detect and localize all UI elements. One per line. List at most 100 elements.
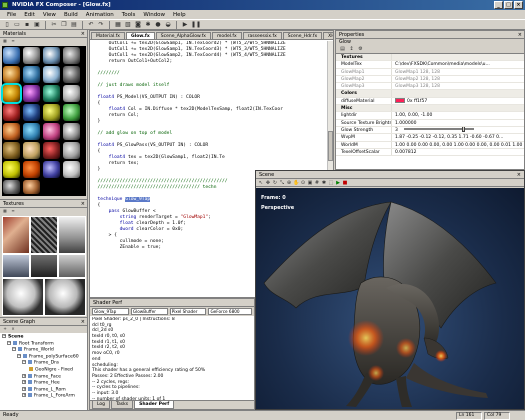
color-swatch[interactable] bbox=[395, 97, 405, 103]
categorized-icon[interactable]: ▤ bbox=[339, 46, 346, 53]
grid-view-icon[interactable]: ▦ bbox=[2, 208, 8, 214]
texture-thumbnail[interactable] bbox=[45, 279, 85, 315]
material-swatch[interactable] bbox=[43, 104, 60, 121]
expand-icon[interactable]: + bbox=[22, 380, 26, 385]
new-file-icon[interactable]: ▯ bbox=[3, 21, 11, 29]
orbit-icon[interactable]: ⊙ bbox=[300, 180, 306, 186]
property-value[interactable]: 3 bbox=[392, 126, 524, 134]
property-value[interactable]: 1.00 0.00 0.00 0.00, 0.00 1.00 0.00 0.00… bbox=[392, 141, 524, 148]
property-row[interactable]: GlowMap1 GlowMap1 128, 128 bbox=[336, 68, 524, 76]
material-swatch[interactable] bbox=[23, 104, 40, 121]
build-icon[interactable]: ▦ bbox=[114, 21, 122, 29]
pan-icon[interactable]: ✋ bbox=[293, 180, 299, 186]
texture-thumbnail[interactable] bbox=[3, 279, 43, 315]
property-value[interactable]: 0.007812 bbox=[392, 148, 524, 156]
close-icon[interactable]: × bbox=[81, 30, 85, 38]
save-all-icon[interactable]: ▣ bbox=[33, 21, 41, 29]
camera-icon[interactable]: ◙ bbox=[134, 21, 142, 29]
material-swatch[interactable] bbox=[63, 85, 80, 102]
tree-node[interactable]: + Frame_Hee bbox=[2, 380, 85, 387]
close-button[interactable]: × bbox=[514, 1, 523, 9]
expand-icon[interactable]: + bbox=[22, 373, 26, 378]
property-value[interactable]: 1.00, 0.00, -1.00 bbox=[392, 112, 524, 119]
play-icon[interactable]: ▶ bbox=[181, 21, 189, 29]
light-icon[interactable]: ✱ bbox=[321, 180, 327, 186]
collapse-icon[interactable]: − bbox=[12, 347, 16, 352]
pass-select[interactable]: GlowBuffer bbox=[130, 308, 168, 315]
zoom-icon[interactable]: ⊕ bbox=[286, 180, 292, 186]
rotate-icon[interactable]: ↻ bbox=[272, 180, 278, 186]
property-row[interactable]: lightdir 1.00, 0.00, -1.00 bbox=[336, 112, 524, 120]
tree-node[interactable]: − Frame_World bbox=[2, 347, 85, 354]
gpu-select[interactable]: GeForce 6800 bbox=[208, 308, 253, 315]
material-swatch[interactable] bbox=[3, 66, 20, 83]
pause-icon[interactable]: ❚❚ bbox=[191, 21, 201, 29]
shader-type-select[interactable]: Pixel Shader bbox=[169, 308, 207, 315]
property-row[interactable]: Source Texture Brightness1.000000 bbox=[336, 119, 524, 127]
open-folder-icon[interactable]: ▭ bbox=[13, 21, 21, 29]
editor-tab[interactable]: model.fx bbox=[211, 32, 242, 39]
material-swatch[interactable] bbox=[43, 123, 60, 140]
texture-thumbnail[interactable] bbox=[59, 217, 85, 253]
log-tab[interactable]: Log bbox=[92, 401, 111, 409]
property-row[interactable]: TexelOffsetScalar 0.007812 bbox=[336, 148, 524, 157]
stop-icon[interactable]: ■ bbox=[342, 180, 348, 186]
save-icon[interactable]: ▪ bbox=[23, 21, 31, 29]
material-swatch[interactable] bbox=[43, 47, 60, 64]
tree-node[interactable]: − Frame_Dra bbox=[2, 360, 85, 367]
property-value[interactable]: GlowMap1 128, 128 bbox=[392, 68, 524, 75]
property-row[interactable]: GlowMap2 GlowMap2 128, 128 bbox=[336, 75, 524, 84]
sphere-icon[interactable]: ● bbox=[154, 21, 162, 29]
menu-build[interactable]: Build bbox=[60, 12, 82, 18]
editor-tab[interactable]: XHTGlobal.fx bbox=[323, 32, 333, 39]
alphabetical-icon[interactable]: ↕ bbox=[348, 46, 355, 53]
tree-node[interactable]: + Frame_L_Rom bbox=[2, 386, 85, 394]
texture-thumbnail[interactable] bbox=[3, 217, 29, 253]
frame-all-icon[interactable]: ▣ bbox=[307, 180, 313, 186]
minimize-button[interactable]: _ bbox=[494, 1, 503, 9]
tree-node[interactable]: − Root Transform bbox=[2, 340, 85, 348]
scrollbar-thumb[interactable] bbox=[328, 131, 333, 161]
editor-tab-active[interactable]: Glow.fx bbox=[125, 32, 155, 39]
light-icon[interactable]: ✱ bbox=[144, 21, 152, 29]
property-value[interactable]: GlowMap3 128, 128 bbox=[392, 83, 524, 90]
material-swatch[interactable] bbox=[63, 66, 80, 83]
property-category[interactable]: Textures bbox=[336, 54, 524, 62]
expand-icon[interactable]: + bbox=[22, 393, 26, 398]
delete-node-icon[interactable]: × bbox=[10, 326, 16, 332]
material-swatch[interactable] bbox=[43, 142, 60, 159]
texture-thumbnail[interactable] bbox=[31, 255, 57, 277]
material-swatch[interactable] bbox=[63, 161, 80, 178]
material-swatch[interactable] bbox=[63, 123, 80, 140]
close-icon[interactable]: × bbox=[517, 171, 521, 179]
grid-view-icon[interactable]: ▦ bbox=[2, 38, 8, 44]
menu-help[interactable]: Help bbox=[169, 12, 190, 18]
material-swatch[interactable] bbox=[23, 142, 40, 159]
add-node-icon[interactable]: + bbox=[2, 326, 8, 332]
collapse-icon[interactable]: − bbox=[7, 340, 11, 345]
shader-perf-tab[interactable]: Shader Perf bbox=[134, 401, 175, 409]
teapot-icon[interactable]: ◒ bbox=[164, 21, 172, 29]
cut-icon[interactable]: ✂ bbox=[50, 21, 58, 29]
glow-strength-slider[interactable] bbox=[403, 126, 474, 133]
material-swatch[interactable] bbox=[63, 104, 80, 121]
material-swatch[interactable] bbox=[23, 123, 40, 140]
menu-edit[interactable]: Edit bbox=[20, 12, 39, 18]
material-swatch-selected[interactable] bbox=[1, 83, 22, 104]
material-swatch[interactable] bbox=[3, 47, 20, 64]
paste-icon[interactable]: ▤ bbox=[70, 21, 78, 29]
material-swatch[interactable] bbox=[43, 66, 60, 83]
menu-file[interactable]: File bbox=[3, 12, 20, 18]
property-row[interactable]: WvpM 1.87 -0.25 -0.12 -0.12, 0.35 1.71 -0… bbox=[336, 134, 524, 142]
material-swatch[interactable] bbox=[43, 161, 60, 178]
copy-icon[interactable]: ❐ bbox=[60, 21, 68, 29]
texture-thumbnail[interactable] bbox=[3, 255, 29, 277]
scale-icon[interactable]: ⤡ bbox=[279, 180, 285, 186]
close-icon[interactable]: × bbox=[81, 200, 85, 208]
property-value[interactable]: C:\dev\FXSDK\Common\media\models\u... bbox=[392, 61, 524, 68]
redo-icon[interactable]: ↷ bbox=[97, 21, 105, 29]
property-value[interactable]: 0x ff1f57 bbox=[392, 97, 524, 105]
material-swatch[interactable] bbox=[3, 104, 20, 121]
texture-thumbnail[interactable] bbox=[59, 255, 85, 277]
material-swatch[interactable] bbox=[23, 161, 40, 178]
